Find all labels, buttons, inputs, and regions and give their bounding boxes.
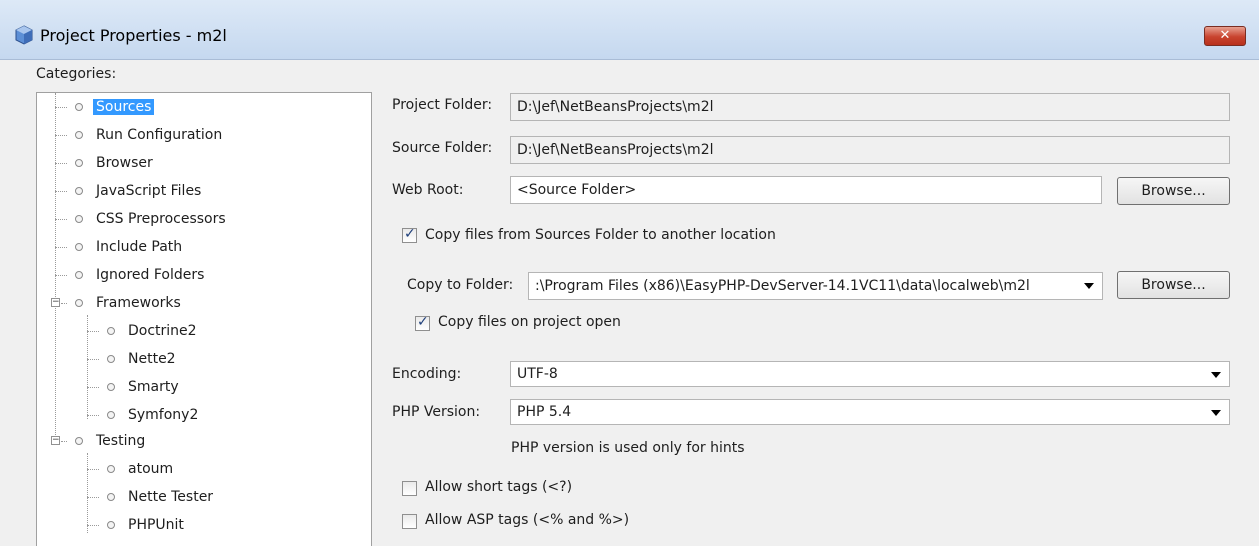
tree-line [55, 163, 67, 164]
tree-line [87, 331, 99, 332]
tree-line [61, 303, 67, 304]
tree-line [55, 135, 67, 136]
tree-line [87, 525, 99, 526]
source-folder-label: Source Folder: [392, 140, 493, 156]
categories-label: Categories: [36, 66, 116, 82]
tree-item-nette2[interactable]: Nette2 [128, 349, 176, 369]
dropdown-arrow-icon [1211, 410, 1221, 416]
tree-line [55, 191, 67, 192]
node-bullet-icon [107, 383, 115, 391]
tree-item-run-configuration[interactable]: Run Configuration [96, 125, 222, 145]
web-root-field[interactable]: <Source Folder> [510, 176, 1102, 204]
tree-item-sources[interactable]: Sources [93, 97, 155, 117]
tree-item-css-preprocessors[interactable]: CSS Preprocessors [96, 209, 226, 229]
collapse-icon[interactable]: − [51, 298, 60, 307]
php-version-hint: PHP version is used only for hints [511, 440, 745, 456]
web-root-label: Web Root: [392, 182, 464, 198]
php-version-label: PHP Version: [392, 404, 481, 420]
tree-item-ignored-folders[interactable]: Ignored Folders [96, 265, 204, 285]
tree-item-frameworks[interactable]: Frameworks [96, 293, 181, 313]
node-bullet-icon [75, 159, 83, 167]
tree-item-smarty[interactable]: Smarty [128, 377, 179, 397]
tree-line [87, 415, 99, 416]
copy-files-label[interactable]: Copy files from Sources Folder to anothe… [425, 227, 776, 243]
php-version-select[interactable]: PHP 5.4 [510, 399, 1230, 425]
web-root-browse-button[interactable]: Browse... [1117, 177, 1230, 205]
node-bullet-icon [107, 493, 115, 501]
encoding-value: UTF-8 [517, 366, 558, 382]
copy-to-folder-value: :\Program Files (x86)\EasyPHP-DevServer-… [535, 278, 1030, 294]
tree-item-phpunit[interactable]: PHPUnit [128, 515, 184, 535]
close-button[interactable]: ✕ [1204, 26, 1246, 46]
tree-item-browser[interactable]: Browser [96, 153, 153, 173]
tree-line [55, 107, 67, 108]
allow-asp-tags-label[interactable]: Allow ASP tags (<% and %>) [425, 512, 629, 528]
tree-line [55, 275, 67, 276]
tree-line [61, 441, 67, 442]
copy-to-folder-label: Copy to Folder: [407, 277, 514, 293]
copy-files-checkbox[interactable] [402, 226, 417, 243]
tree-item-doctrine2[interactable]: Doctrine2 [128, 321, 197, 341]
tree-line [55, 247, 67, 248]
categories-text: Categories: [36, 66, 117, 82]
node-bullet-icon [75, 437, 83, 445]
node-bullet-icon [75, 103, 83, 111]
window-title: Project Properties - m2l [40, 26, 227, 45]
encoding-select[interactable]: UTF-8 [510, 361, 1230, 387]
tree-line [87, 453, 88, 533]
tree-item-label: Sources [93, 99, 155, 115]
categories-tree[interactable]: Sources Run Configuration Browser JavaSc… [36, 92, 372, 546]
allow-asp-tags-checkbox[interactable] [402, 514, 417, 529]
tree-line [87, 359, 99, 360]
tree-item-nette-tester[interactable]: Nette Tester [128, 487, 213, 507]
allow-short-tags-label[interactable]: Allow short tags (<?) [425, 479, 572, 495]
tree-item-symfony2[interactable]: Symfony2 [128, 405, 198, 425]
copy-on-open-label[interactable]: Copy files on project open [438, 314, 621, 330]
node-bullet-icon [107, 355, 115, 363]
tree-item-atoum[interactable]: atoum [128, 459, 173, 479]
dropdown-arrow-icon [1084, 283, 1094, 289]
dropdown-arrow-icon [1211, 372, 1221, 378]
node-bullet-icon [75, 187, 83, 195]
node-bullet-icon [75, 215, 83, 223]
node-bullet-icon [107, 521, 115, 529]
tree-line [87, 387, 99, 388]
php-version-value: PHP 5.4 [517, 404, 572, 420]
encoding-label: Encoding: [392, 366, 462, 382]
tree-item-javascript-files[interactable]: JavaScript Files [96, 181, 201, 201]
collapse-icon[interactable]: − [51, 436, 60, 445]
tree-line [55, 93, 56, 445]
node-bullet-icon [75, 299, 83, 307]
source-folder-field[interactable]: D:\Jef\NetBeansProjects\m2l [510, 136, 1230, 164]
node-bullet-icon [107, 327, 115, 335]
netbeans-cube-icon [15, 25, 33, 45]
tree-line [87, 469, 99, 470]
tree-item-testing[interactable]: Testing [96, 431, 145, 451]
copy-to-folder-combo[interactable]: :\Program Files (x86)\EasyPHP-DevServer-… [528, 272, 1103, 300]
node-bullet-icon [107, 465, 115, 473]
allow-short-tags-checkbox[interactable] [402, 481, 417, 496]
title-bar: Project Properties - m2l ✕ [0, 0, 1259, 60]
project-folder-label: Project Folder: [392, 97, 493, 113]
tree-line [87, 497, 99, 498]
node-bullet-icon [75, 131, 83, 139]
node-bullet-icon [107, 411, 115, 419]
node-bullet-icon [75, 243, 83, 251]
tree-line [55, 219, 67, 220]
copy-to-folder-browse-button[interactable]: Browse... [1117, 271, 1230, 299]
tree-item-include-path[interactable]: Include Path [96, 237, 182, 257]
copy-on-open-checkbox[interactable] [415, 314, 430, 331]
node-bullet-icon [75, 271, 83, 279]
project-folder-field[interactable]: D:\Jef\NetBeansProjects\m2l [510, 93, 1230, 121]
